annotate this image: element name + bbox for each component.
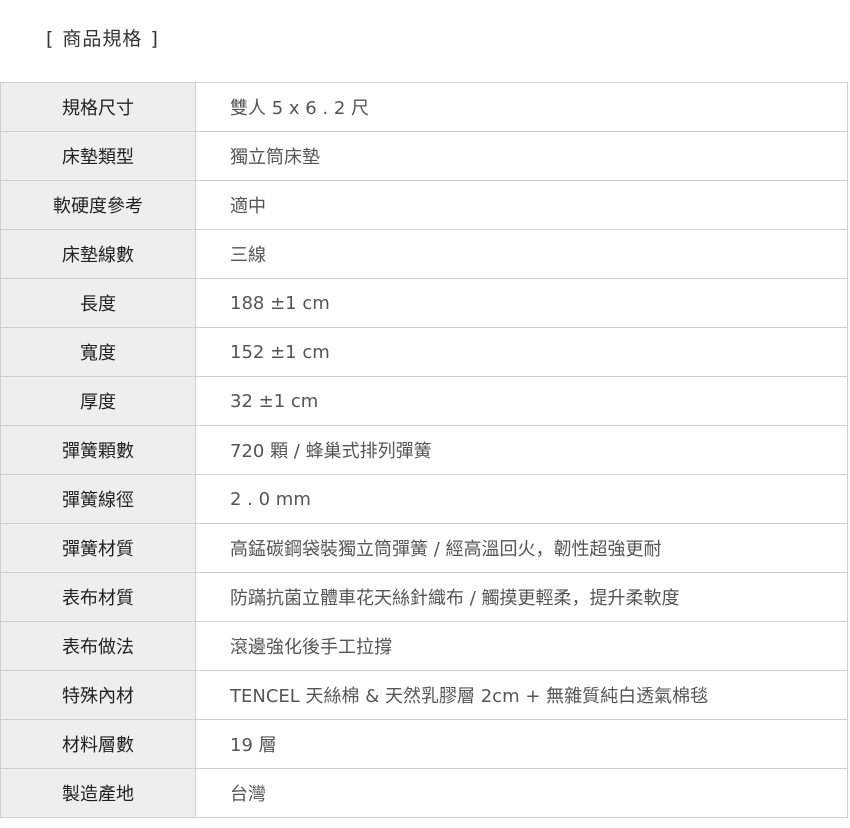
spec-row: 軟硬度參考 適中 [0,180,848,230]
title-bracket-open: [ [46,28,55,50]
spec-label: 長度 [0,278,196,328]
spec-value: 適中 [195,180,848,230]
spec-value: 2 . 0 mm [195,474,848,524]
spec-row: 寬度 152 ±1 cm [0,327,848,377]
spec-table: 規格尺寸 雙人 5 x 6 . 2 尺 床墊類型 獨立筒床墊 軟硬度參考 適中 … [0,82,848,818]
spec-label: 材料層數 [0,719,196,769]
section-title-text: 商品規格 [62,28,143,50]
spec-row: 彈簧線徑 2 . 0 mm [0,474,848,524]
spec-row: 長度 188 ±1 cm [0,278,848,328]
spec-row: 床墊線數 三線 [0,229,848,279]
spec-label: 彈簧顆數 [0,425,196,475]
spec-value: 防蹣抗菌立體車花天絲針織布 / 觸摸更輕柔，提升柔軟度 [195,572,848,622]
spec-label: 製造產地 [0,768,196,818]
spec-label: 特殊內材 [0,670,196,720]
spec-value: 720 顆 / 蜂巢式排列彈簧 [195,425,848,475]
spec-row: 床墊類型 獨立筒床墊 [0,131,848,181]
spec-row: 表布材質 防蹣抗菌立體車花天絲針織布 / 觸摸更輕柔，提升柔軟度 [0,572,848,622]
spec-label: 厚度 [0,376,196,426]
spec-value: 台灣 [195,768,848,818]
spec-row: 彈簧顆數 720 顆 / 蜂巢式排列彈簧 [0,425,848,475]
spec-row: 厚度 32 ±1 cm [0,376,848,426]
spec-value: 188 ±1 cm [195,278,848,328]
spec-label: 表布做法 [0,621,196,671]
spec-row: 彈簧材質 高錳碳鋼袋裝獨立筒彈簧 / 經高溫回火，韌性超強更耐 [0,523,848,573]
spec-value: 獨立筒床墊 [195,131,848,181]
spec-label: 表布材質 [0,572,196,622]
spec-row: 規格尺寸 雙人 5 x 6 . 2 尺 [0,82,848,132]
spec-label: 軟硬度參考 [0,180,196,230]
spec-value: 三線 [195,229,848,279]
spec-label: 規格尺寸 [0,82,196,132]
spec-value: 雙人 5 x 6 . 2 尺 [195,82,848,132]
spec-value: 19 層 [195,719,848,769]
spec-row: 表布做法 滾邊強化後手工拉撐 [0,621,848,671]
spec-row: 特殊內材 TENCEL 天絲棉 & 天然乳膠層 2cm + 無雜質純白透氣棉毯 [0,670,848,720]
spec-row: 材料層數 19 層 [0,719,848,769]
spec-row: 製造產地 台灣 [0,768,848,818]
spec-label: 床墊線數 [0,229,196,279]
spec-value: 高錳碳鋼袋裝獨立筒彈簧 / 經高溫回火，韌性超強更耐 [195,523,848,573]
spec-value: 32 ±1 cm [195,376,848,426]
spec-value: 滾邊強化後手工拉撐 [195,621,848,671]
title-bracket-close: ] [150,28,159,50]
spec-label: 彈簧線徑 [0,474,196,524]
spec-value: TENCEL 天絲棉 & 天然乳膠層 2cm + 無雜質純白透氣棉毯 [195,670,848,720]
spec-value: 152 ±1 cm [195,327,848,377]
spec-label: 床墊類型 [0,131,196,181]
section-title: [ 商品規格] [46,24,159,51]
spec-label: 彈簧材質 [0,523,196,573]
spec-label: 寬度 [0,327,196,377]
